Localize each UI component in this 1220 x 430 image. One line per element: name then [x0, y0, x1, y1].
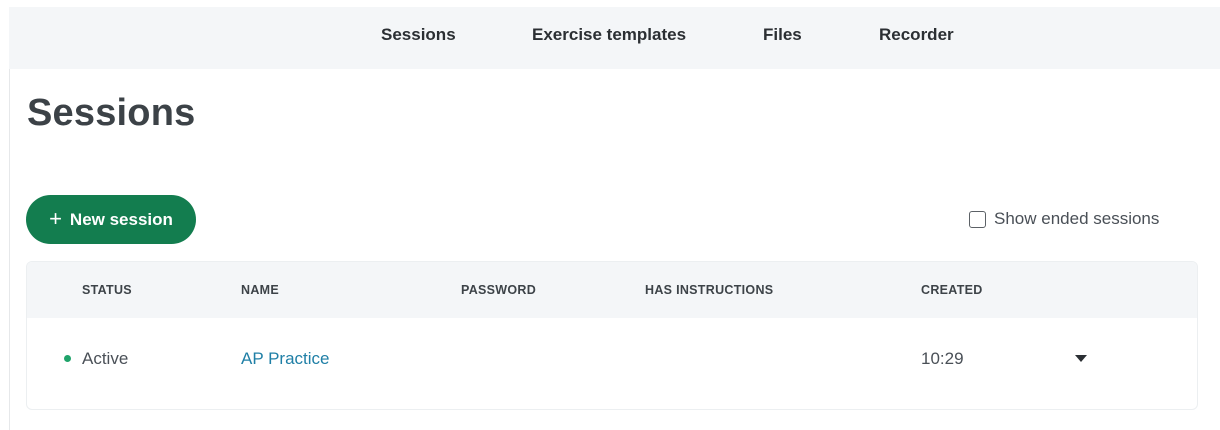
new-session-button[interactable]: + New session — [26, 195, 196, 244]
header-created: CREATED — [921, 283, 983, 297]
new-session-label: New session — [69, 209, 173, 229]
header-name: NAME — [241, 283, 280, 297]
status-cell: Active — [64, 318, 128, 400]
plus-icon: + — [49, 205, 62, 231]
header-password: PASSWORD — [461, 283, 537, 297]
page-title: Sessions — [27, 92, 196, 134]
nav-exercise-templates[interactable]: Exercise templates — [532, 7, 686, 69]
nav-recorder[interactable]: Recorder — [879, 7, 954, 69]
status-dot-icon — [64, 354, 71, 362]
header-status: STATUS — [82, 283, 132, 297]
table-row: Active AP Practice 10:29 — [27, 318, 1197, 409]
show-ended-sessions-toggle[interactable]: Show ended sessions — [969, 208, 1159, 230]
caret-down-icon[interactable] — [1075, 355, 1087, 362]
top-navigation: Sessions Exercise templates Files Record… — [9, 7, 1220, 69]
status-text: Active — [82, 349, 129, 368]
sessions-table: STATUS NAME PASSWORD HAS INSTRUCTIONS CR… — [26, 261, 1198, 410]
show-ended-checkbox[interactable] — [969, 210, 986, 228]
table-header: STATUS NAME PASSWORD HAS INSTRUCTIONS CR… — [27, 262, 1197, 318]
session-name-link[interactable]: AP Practice — [241, 318, 330, 400]
header-has-instructions: HAS INSTRUCTIONS — [645, 283, 774, 297]
show-ended-label: Show ended sessions — [994, 209, 1160, 228]
nav-sessions[interactable]: Sessions — [381, 7, 456, 69]
created-cell: 10:29 — [921, 349, 964, 368]
nav-files[interactable]: Files — [763, 7, 802, 69]
